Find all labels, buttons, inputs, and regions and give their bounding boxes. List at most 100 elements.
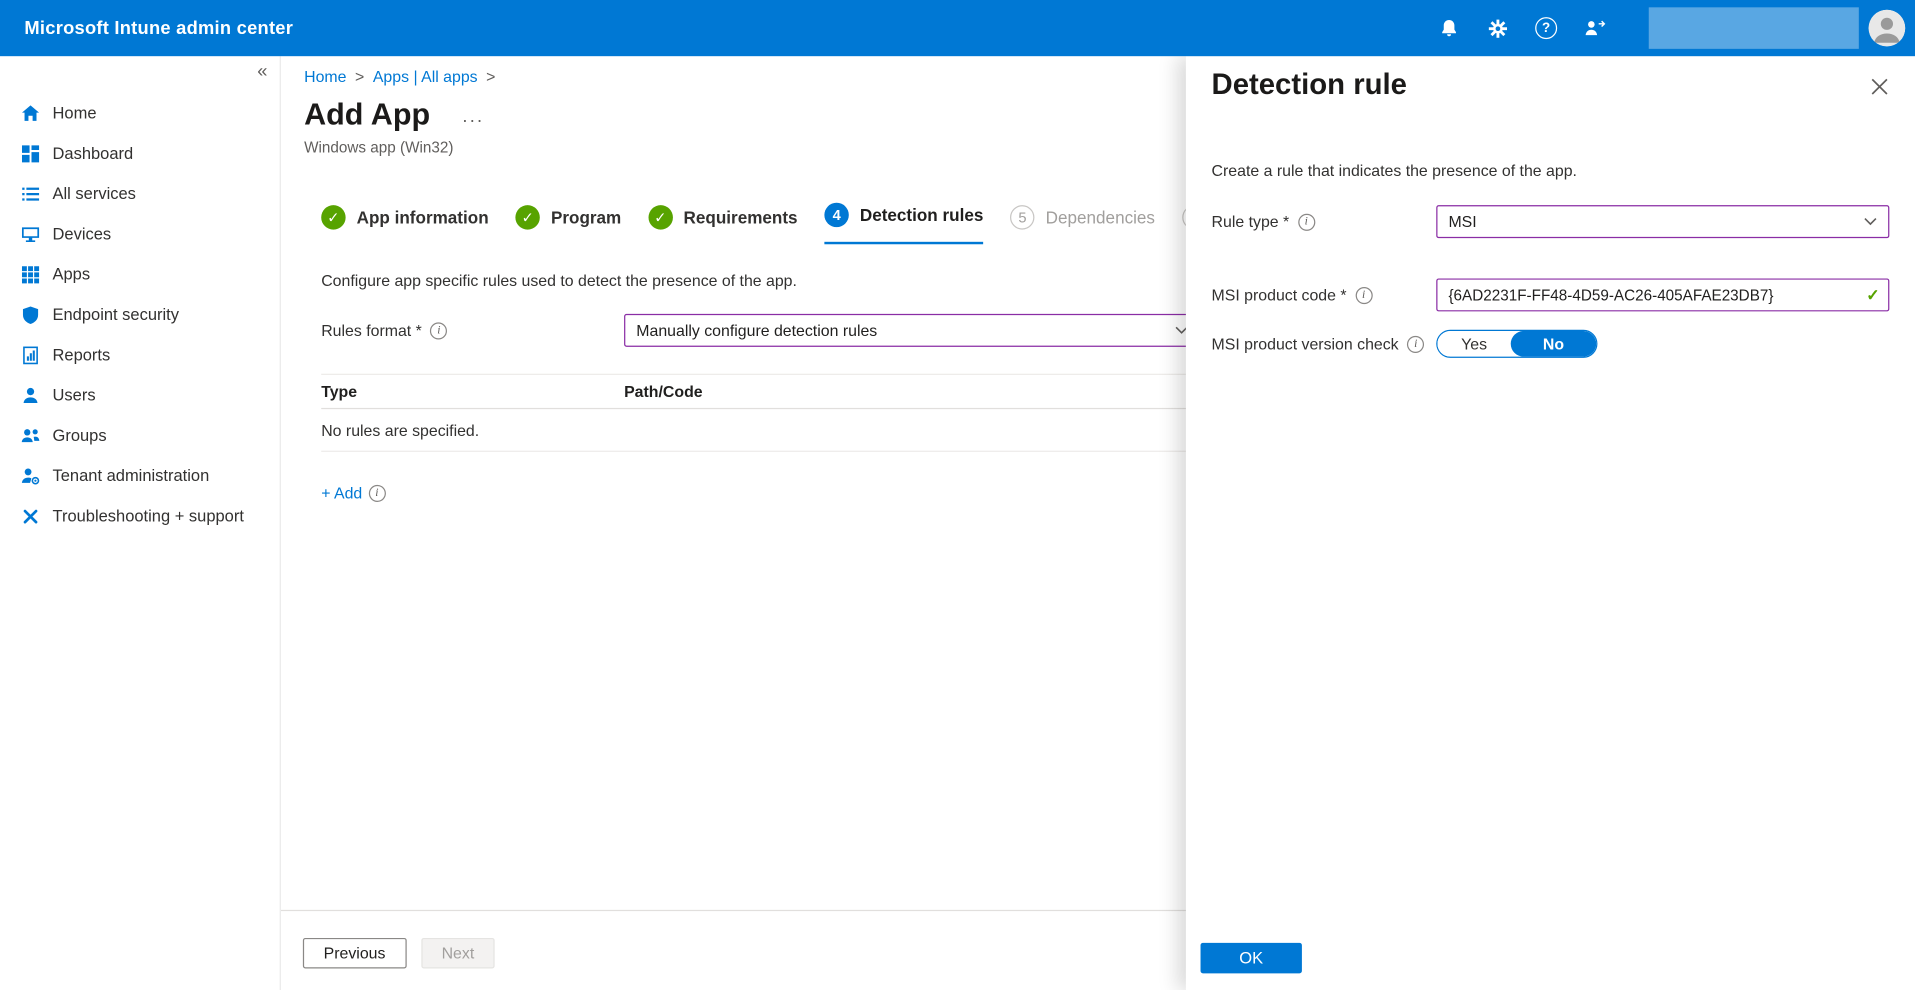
sidebar-item-label: Devices: [53, 225, 112, 243]
more-options-icon[interactable]: ···: [462, 110, 484, 131]
step-app-information[interactable]: ✓ App information: [321, 205, 488, 244]
add-rule-link[interactable]: + Add: [321, 484, 362, 502]
breadcrumb-separator: >: [355, 67, 364, 85]
sidebar-item-reports[interactable]: Reports: [0, 335, 280, 375]
msi-product-code-input[interactable]: [1436, 278, 1889, 311]
step-done-icon: ✓: [648, 205, 672, 229]
sidebar-item-devices[interactable]: Devices: [0, 214, 280, 254]
sidebar-item-apps[interactable]: Apps: [0, 254, 280, 294]
gear-icon: [1487, 18, 1508, 39]
left-nav: « Home Dashboard All services Devices Ap…: [0, 56, 281, 990]
feedback-icon: [1584, 18, 1606, 38]
rules-format-label: Rules format *: [321, 321, 422, 339]
troubleshoot-tools-icon: [21, 506, 41, 526]
chevron-down-icon: [1864, 217, 1877, 226]
breadcrumb-all-apps-link[interactable]: Apps | All apps: [373, 67, 478, 85]
settings-button[interactable]: [1473, 0, 1522, 56]
sidebar-item-tenant-administration[interactable]: Tenant administration: [0, 456, 280, 496]
sidebar-item-label: Home: [53, 104, 97, 122]
step-label: Detection rules: [860, 205, 984, 225]
step-program[interactable]: ✓ Program: [516, 205, 622, 244]
shield-icon: [21, 305, 41, 325]
info-icon[interactable]: i: [1407, 335, 1424, 352]
rules-format-value: Manually configure detection rules: [636, 321, 877, 339]
sidebar-item-endpoint-security[interactable]: Endpoint security: [0, 294, 280, 334]
info-icon[interactable]: i: [1298, 213, 1315, 230]
info-icon[interactable]: i: [368, 484, 385, 501]
help-button[interactable]: ?: [1522, 0, 1571, 56]
collapse-sidebar-icon[interactable]: «: [257, 61, 267, 82]
close-panel-button[interactable]: [1869, 76, 1891, 104]
intune-admin-window: Microsoft Intune admin center ? « Ho: [0, 0, 1915, 990]
step-done-icon: ✓: [321, 205, 345, 229]
bell-icon: [1438, 18, 1459, 39]
msi-version-check-toggle: Yes No: [1436, 330, 1597, 358]
step-label: Requirements: [684, 208, 798, 228]
panel-description: Create a rule that indicates the presenc…: [1212, 161, 1891, 179]
step-label: Dependencies: [1046, 208, 1155, 228]
step-number-icon: 5: [1010, 205, 1034, 229]
panel-title: Detection rule: [1212, 68, 1407, 102]
page-title: Add App: [304, 98, 430, 133]
sidebar-item-dashboard[interactable]: Dashboard: [0, 133, 280, 173]
app-title: Microsoft Intune admin center: [24, 18, 293, 39]
step-number-icon: 4: [824, 203, 848, 227]
msi-product-code-label: MSI product code *: [1212, 286, 1347, 304]
toggle-no-option[interactable]: No: [1511, 331, 1596, 357]
sidebar-item-label: Troubleshooting + support: [53, 507, 244, 525]
previous-button[interactable]: Previous: [303, 938, 406, 969]
report-chart-icon: [21, 345, 41, 365]
account-avatar[interactable]: [1869, 10, 1906, 47]
breadcrumb-home-link[interactable]: Home: [304, 67, 346, 85]
rule-type-dropdown[interactable]: MSI: [1436, 205, 1889, 238]
tenant-name-highlight: [1649, 7, 1859, 49]
step-label: Program: [551, 208, 621, 228]
rule-type-label: Rule type *: [1212, 213, 1290, 231]
sidebar-item-home[interactable]: Home: [0, 93, 280, 133]
empty-table-message: No rules are specified.: [321, 409, 1206, 452]
step-dependencies[interactable]: 5 Dependencies: [1010, 205, 1155, 244]
notifications-button[interactable]: [1424, 0, 1473, 56]
group-icon: [21, 426, 41, 446]
detection-rules-table: Type Path/Code No rules are specified.: [321, 374, 1206, 452]
msi-version-check-label: MSI product version check: [1212, 335, 1399, 353]
valid-check-icon: ✓: [1866, 286, 1879, 306]
rules-format-dropdown[interactable]: Manually configure detection rules: [624, 314, 1200, 347]
close-icon: [1871, 78, 1888, 95]
sidebar-item-label: Reports: [53, 346, 111, 364]
sidebar-item-label: Endpoint security: [53, 305, 179, 323]
monitor-icon: [21, 224, 41, 244]
step-label: App information: [357, 208, 489, 228]
step-requirements[interactable]: ✓ Requirements: [648, 205, 797, 244]
tenant-admin-icon: [21, 466, 41, 486]
sidebar-item-label: Apps: [53, 265, 91, 283]
step-detection-rules[interactable]: 4 Detection rules: [824, 203, 983, 245]
step-done-icon: ✓: [516, 205, 540, 229]
info-icon[interactable]: i: [430, 322, 447, 339]
rule-type-value: MSI: [1448, 213, 1476, 231]
sidebar-item-troubleshooting-support[interactable]: Troubleshooting + support: [0, 496, 280, 536]
list-icon: [21, 184, 41, 204]
sidebar-item-groups[interactable]: Groups: [0, 415, 280, 455]
detection-rule-panel: Detection rule Create a rule that indica…: [1186, 56, 1915, 990]
breadcrumb-separator: >: [486, 67, 495, 85]
column-header-type: Type: [321, 382, 624, 400]
next-button-disabled: Next: [421, 938, 495, 969]
home-icon: [21, 103, 41, 123]
person-icon: [1869, 10, 1906, 47]
sidebar-item-label: Users: [53, 386, 96, 404]
top-bar: Microsoft Intune admin center ?: [0, 0, 1915, 56]
topbar-actions: ?: [1424, 0, 1905, 56]
ok-button[interactable]: OK: [1201, 943, 1302, 974]
feedback-button[interactable]: [1571, 0, 1620, 56]
sidebar-item-label: Tenant administration: [53, 467, 210, 485]
column-header-path-code: Path/Code: [624, 382, 703, 400]
toggle-yes-option[interactable]: Yes: [1437, 331, 1510, 357]
help-icon: ?: [1535, 17, 1557, 39]
sidebar-item-label: All services: [53, 184, 136, 202]
sidebar-item-all-services[interactable]: All services: [0, 173, 280, 213]
info-icon[interactable]: i: [1355, 286, 1372, 303]
sidebar-item-users[interactable]: Users: [0, 375, 280, 415]
user-icon: [21, 385, 41, 405]
dashboard-icon: [21, 144, 41, 164]
